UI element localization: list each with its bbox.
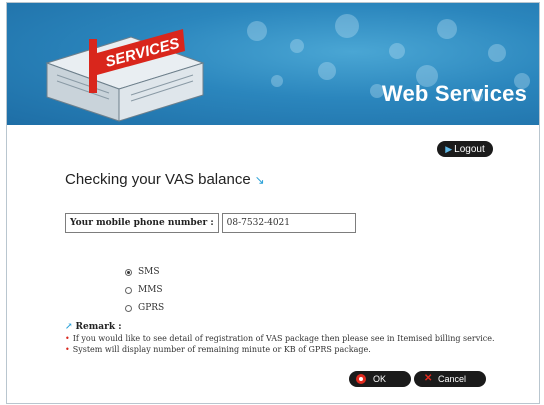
page-title-text: Checking your VAS balance [65, 171, 251, 188]
arrow-right-icon: ▶ [445, 144, 453, 154]
arrow-down-right-icon: ↘ [254, 173, 265, 187]
option-sms[interactable]: SMS [125, 263, 164, 281]
radio-empty-icon[interactable] [125, 286, 132, 294]
remark-text: System will display number of remaining … [72, 345, 371, 354]
remark-text: If you would like to see detail of regis… [72, 334, 495, 343]
radio-selected-icon[interactable] [125, 268, 132, 276]
close-icon: ✕ [424, 373, 433, 384]
phone-number-field[interactable] [221, 213, 356, 233]
logout-label: Logout [454, 144, 485, 155]
main-content: ▶ Logout Checking your VAS balance ↘ Your … [7, 125, 539, 403]
phone-number-row: Your mobile phone number : [65, 213, 356, 233]
arrow-icon: ↗ [65, 322, 73, 332]
cancel-button[interactable]: ✕ Cancel [414, 371, 486, 387]
cancel-label: Cancel [438, 374, 467, 384]
ok-button[interactable]: OK [349, 371, 411, 387]
option-label: MMS [138, 285, 163, 295]
remark-title: Remark : [75, 322, 122, 332]
remark-section: ↗ Remark : • If you would like to see deta… [65, 322, 495, 354]
phone-number-label: Your mobile phone number : [65, 213, 219, 233]
ok-label: OK [373, 374, 387, 384]
radio-empty-icon[interactable] [125, 304, 132, 312]
option-gprs[interactable]: GPRS [125, 299, 164, 317]
header-title: Web Services [381, 81, 527, 106]
page-frame: SERVICES Web Services ▶ Logout Checking y… [6, 2, 540, 404]
remark-item: • System will display number of remaining… [65, 345, 495, 354]
option-label: GPRS [138, 303, 165, 313]
option-label: SMS [138, 267, 160, 277]
bullet-icon: • [65, 334, 70, 343]
option-mms[interactable]: MMS [125, 281, 164, 299]
ok-icon [356, 374, 366, 384]
services-building-logo: SERVICES [45, 29, 205, 122]
logout-button[interactable]: ▶ Logout [437, 141, 493, 157]
service-type-options: SMS MMS GPRS [125, 263, 164, 317]
header-banner: SERVICES Web Services [7, 3, 539, 125]
remark-item: • If you would like to see detail of regi… [65, 334, 495, 343]
remark-heading: ↗ Remark : [65, 322, 495, 332]
bullet-icon: • [65, 345, 70, 354]
page-title: Checking your VAS balance ↘ [65, 171, 265, 188]
